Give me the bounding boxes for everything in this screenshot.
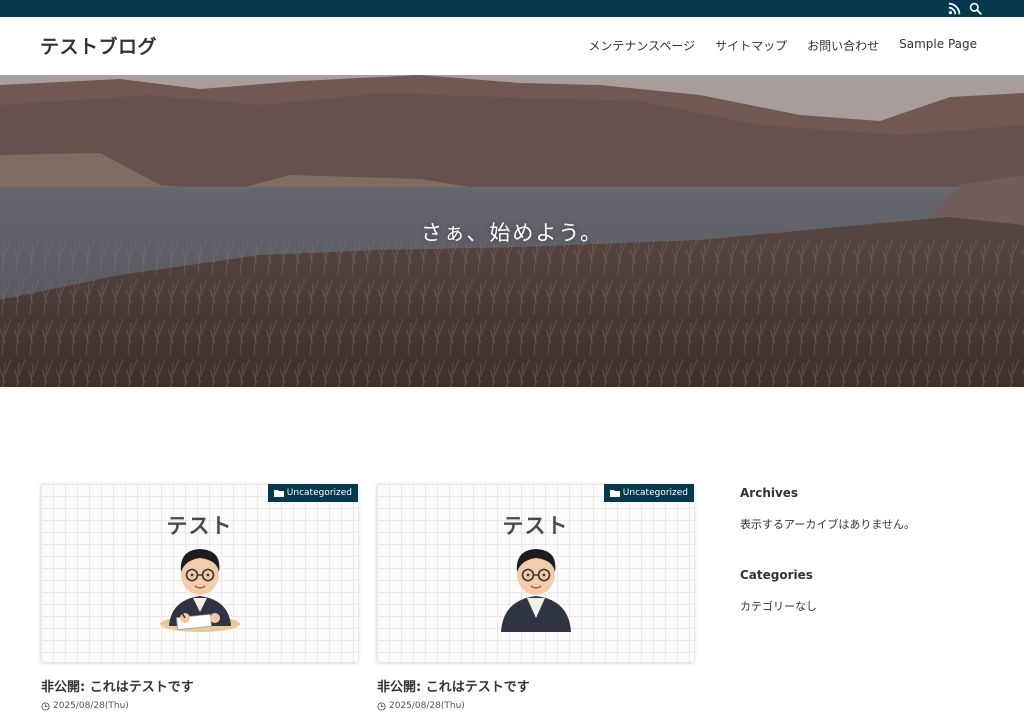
- post-date-text: 2025/08/28(Thu): [389, 701, 465, 711]
- category-label: Uncategorized: [286, 488, 352, 498]
- hero-catchphrase: さぁ、始めよう。: [420, 221, 604, 245]
- thumbnail-text: テスト: [502, 514, 569, 538]
- post-card[interactable]: Uncategorized テスト 非公開: これはテストです 2025/08/…: [41, 484, 358, 711]
- nav-item-contact[interactable]: お問い合わせ: [807, 37, 879, 54]
- folder-icon: [273, 490, 284, 497]
- categories-empty-text: カテゴリーなし: [740, 600, 817, 613]
- archives-title: Archives: [740, 486, 799, 500]
- category-badge: Uncategorized: [603, 484, 694, 502]
- thumbnail-text: テスト: [166, 514, 233, 538]
- category-badge: Uncategorized: [267, 484, 358, 502]
- post-title[interactable]: 非公開: これはテストです: [377, 676, 694, 695]
- nav-item-maintenance[interactable]: メンテナンスページ: [588, 37, 695, 54]
- clock-icon: [377, 701, 386, 711]
- global-nav: メンテナンスページ サイトマップ お問い合わせ Sample Page: [588, 37, 977, 54]
- nav-item-sample-page[interactable]: Sample Page: [899, 37, 977, 54]
- archives-widget: Archives 表示するアーカイブはありません。: [740, 486, 980, 532]
- top-bar: [0, 0, 1024, 17]
- categories-widget: Categories カテゴリーなし: [740, 568, 980, 614]
- site-title[interactable]: テストブログ: [40, 32, 157, 59]
- clock-icon: [41, 701, 50, 711]
- post-date: 2025/08/28(Thu): [377, 701, 694, 711]
- rss-icon[interactable]: [948, 2, 961, 15]
- site-header: テストブログ メンテナンスページ サイトマップ お問い合わせ Sample Pa…: [0, 17, 1024, 75]
- folder-icon: [609, 490, 620, 497]
- search-icon[interactable]: [969, 2, 982, 15]
- post-card[interactable]: Uncategorized テスト 非公開: これはテストです 2025/08/…: [377, 484, 694, 711]
- person-illustration: [501, 549, 571, 632]
- writing-person-illustration: [160, 549, 240, 632]
- post-thumbnail[interactable]: Uncategorized テスト: [377, 484, 694, 662]
- post-title[interactable]: 非公開: これはテストです: [41, 676, 358, 695]
- sidebar: Archives 表示するアーカイブはありません。 Categories カテゴ…: [740, 486, 980, 614]
- hero-banner: さぁ、始めよう。: [0, 75, 1024, 387]
- archives-empty-text: 表示するアーカイブはありません。: [740, 518, 916, 531]
- post-thumbnail[interactable]: Uncategorized テスト: [41, 484, 358, 662]
- post-date-text: 2025/08/28(Thu): [53, 701, 129, 711]
- nav-item-sitemap[interactable]: サイトマップ: [715, 37, 787, 54]
- categories-title: Categories: [740, 568, 813, 582]
- category-label: Uncategorized: [622, 488, 688, 498]
- post-date: 2025/08/28(Thu): [41, 701, 358, 711]
